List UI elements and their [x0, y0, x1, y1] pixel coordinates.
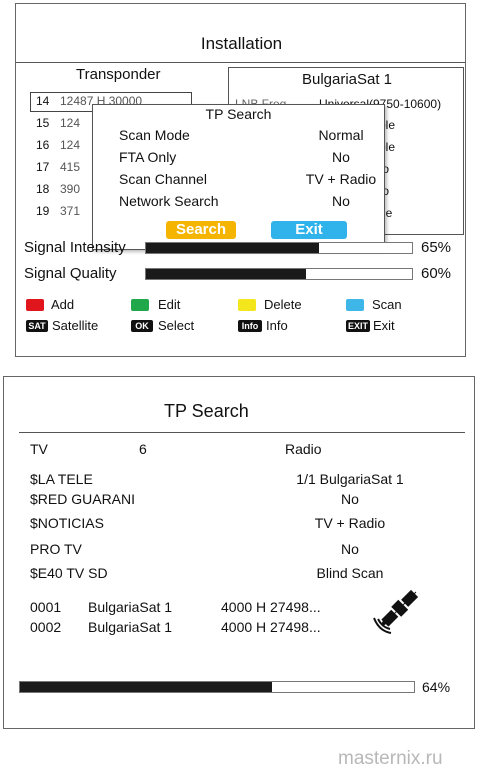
- scan-progress-bar: [19, 681, 415, 693]
- signal-intensity-bar: [145, 242, 413, 254]
- tp-search-divider: [19, 432, 465, 433]
- popup-option-label: Scan Mode: [119, 127, 190, 143]
- signal-quality-bar: [145, 268, 413, 280]
- channel-name: PRO TV: [30, 541, 82, 557]
- signal-quality-label: Signal Quality: [24, 265, 117, 282]
- installation-title: Installation: [200, 34, 283, 53]
- search-button[interactable]: Search: [166, 221, 236, 239]
- popup-option-label: Scan Channel: [119, 171, 207, 187]
- radio-label: Radio: [285, 441, 322, 457]
- legend-satellite: Satellite: [52, 318, 99, 333]
- tp-search-screen: TP Search TV 6 Radio $LA TELE $RED GUARAN…: [3, 376, 475, 729]
- popup-option-value[interactable]: No: [281, 149, 401, 165]
- installation-screen: Installation Transponder 14 12487 H 30000…: [15, 3, 466, 357]
- scan-info-value: No: [341, 541, 359, 557]
- sat-key-icon: SAT: [26, 320, 48, 332]
- result-satellite: BulgariaSat 1: [88, 619, 173, 635]
- tv-count: 6: [139, 441, 147, 457]
- signal-intensity-fill: [146, 243, 319, 253]
- scan-info-value: TV + Radio: [314, 515, 386, 531]
- info-key-icon: Info: [238, 320, 262, 332]
- popup-option-value[interactable]: TV + Radio: [281, 171, 401, 187]
- satellite-name: BulgariaSat 1: [301, 71, 393, 88]
- signal-intensity-label: Signal Intensity: [24, 239, 126, 256]
- tv-label: TV: [30, 441, 48, 457]
- channel-name: $LA TELE: [30, 471, 93, 487]
- red-key-icon: [26, 299, 44, 311]
- result-satellite: BulgariaSat 1: [88, 599, 173, 615]
- exit-button[interactable]: Exit: [271, 221, 347, 239]
- yellow-key-icon: [238, 299, 256, 311]
- result-transponder: 4000 H 27498...: [221, 619, 321, 635]
- ok-key-icon: OK: [131, 320, 153, 332]
- transponder-number: 17: [36, 160, 50, 174]
- channel-name: $RED GUARANI: [30, 491, 136, 507]
- legend-scan: Scan: [372, 297, 402, 312]
- tp-search-popup: TP Search Scan Mode Normal FTA Only No Scan …: [92, 104, 385, 250]
- signal-intensity-percent: 65%: [421, 239, 452, 256]
- transponder-number: 16: [36, 138, 50, 152]
- legend-info: Info: [266, 318, 288, 333]
- transponder-header: Transponder: [76, 66, 161, 83]
- scan-progress-fill: [20, 682, 273, 692]
- scan-info-value: No: [341, 491, 359, 507]
- title-divider: [16, 62, 465, 63]
- exit-key-icon: EXIT: [346, 320, 370, 332]
- popup-option-label: Network Search: [119, 193, 219, 209]
- signal-quality-fill: [146, 269, 306, 279]
- result-number: 0002: [30, 619, 62, 635]
- transponder-frequency: 124: [60, 116, 81, 130]
- transponder-frequency: 124: [60, 138, 81, 152]
- channel-name: $E40 TV SD: [30, 565, 108, 581]
- transponder-number: 14: [36, 94, 50, 108]
- tp-search-title: TP Search: [164, 401, 249, 421]
- satellite-icon: [372, 585, 422, 637]
- transponder-number: 19: [36, 204, 50, 218]
- scan-progress-percent: 64%: [422, 679, 451, 695]
- signal-quality-percent: 60%: [421, 265, 452, 282]
- transponder-number: 15: [36, 116, 50, 130]
- popup-option-value[interactable]: Normal: [281, 127, 401, 143]
- watermark: masternix.ru: [338, 748, 443, 769]
- channel-name: $NOTICIAS: [30, 515, 104, 531]
- transponder-frequency: 371: [60, 204, 81, 218]
- transponder-frequency: 390: [60, 182, 81, 196]
- legend-add: Add: [51, 297, 75, 312]
- legend-select: Select: [158, 318, 195, 333]
- transponder-frequency: 415: [60, 160, 81, 174]
- scan-info-value: Blind Scan: [316, 565, 384, 581]
- result-number: 0001: [30, 599, 62, 615]
- legend-exit: Exit: [373, 318, 395, 333]
- green-key-icon: [131, 299, 149, 311]
- transponder-number: 18: [36, 182, 50, 196]
- legend-edit: Edit: [158, 297, 181, 312]
- popup-option-label: FTA Only: [119, 149, 177, 165]
- popup-option-value[interactable]: No: [281, 193, 401, 209]
- legend-delete: Delete: [264, 297, 302, 312]
- result-transponder: 4000 H 27498...: [221, 599, 321, 615]
- scan-info-value: 1/1 BulgariaSat 1: [296, 471, 404, 487]
- blue-key-icon: [346, 299, 364, 311]
- popup-title: TP Search: [205, 106, 272, 122]
